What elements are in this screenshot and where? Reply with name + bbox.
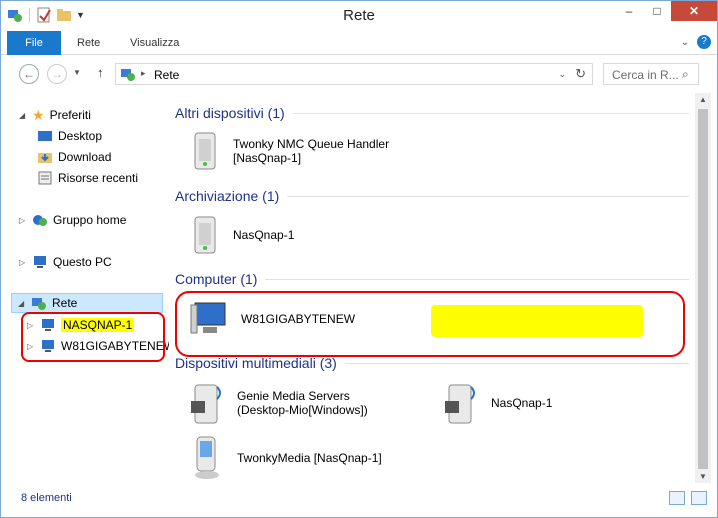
scroll-down-icon[interactable]: ▼ (699, 472, 707, 481)
group-header[interactable]: Altri dispositivi (1) (175, 103, 689, 123)
breadcrumb-rete[interactable]: Rete (154, 68, 179, 82)
nav-item-recent[interactable]: Risorse recenti (37, 168, 138, 188)
up-arrow-icon[interactable]: ↑ (97, 65, 104, 80)
nav-item-favorites[interactable]: ◢ ★ Preferiti (19, 105, 91, 125)
close-button[interactable]: ✕ (671, 1, 717, 21)
large-icons-view-icon[interactable] (691, 491, 707, 505)
content-pane: Altri dispositivi (1) Twonky NMC Queue H… (169, 93, 693, 481)
device-tile-nas-media[interactable]: NasQnap-1 (443, 381, 552, 425)
annotation-circle (175, 291, 685, 357)
status-bar: 8 elementi (1, 485, 717, 517)
device-tile-twonkymedia[interactable]: TwonkyMedia [NasQnap-1] (189, 435, 382, 481)
device-tile-genie[interactable]: Genie Media Servers (Desktop-Mio[Windows]… (189, 381, 368, 425)
vertical-scrollbar[interactable]: ▲ ▼ (695, 93, 711, 483)
nav-label: Preferiti (49, 108, 91, 122)
expand-arrow-icon[interactable]: ◢ (19, 111, 27, 120)
expand-ribbon-icon[interactable]: ⌄ (681, 37, 689, 48)
download-folder-icon (38, 153, 52, 163)
item-count: 8 elementi (21, 492, 72, 504)
mobile-device-icon (195, 436, 219, 479)
tab-file[interactable]: File (7, 31, 61, 55)
search-placeholder: Cerca in R... (612, 68, 679, 82)
network-device-icon (194, 132, 216, 170)
breadcrumb-separator[interactable]: ▸ (141, 68, 146, 79)
scrollbar-thumb[interactable] (698, 109, 708, 469)
star-icon: ★ (32, 106, 45, 123)
nav-item-desktop[interactable]: Desktop (37, 126, 102, 146)
nav-label: Desktop (58, 129, 103, 143)
forward-button[interactable]: → (47, 64, 67, 84)
annotation-circle (21, 312, 165, 362)
device-tile-twonky-queue[interactable]: Twonky NMC Queue Handler [NasQnap-1] (189, 131, 389, 171)
nav-item-download[interactable]: Download (37, 147, 111, 167)
tile-sublabel: (Desktop-Mio[Windows]) (237, 403, 368, 417)
group-title: Altri dispositivi (1) (175, 105, 285, 121)
nav-label: Questo PC (53, 255, 112, 269)
address-bar[interactable]: ▸ Rete ⌄ ↻ (115, 63, 593, 85)
group-title: Dispositivi multimediali (3) (175, 355, 337, 371)
search-icon[interactable]: ⌕ (682, 67, 689, 82)
nav-item-network[interactable]: ◢ Rete (11, 293, 163, 313)
desktop-icon (38, 131, 52, 141)
maximize-button[interactable]: □ (643, 1, 671, 21)
device-tile-nas-storage[interactable]: NasQnap-1 (189, 215, 294, 255)
nav-label: Risorse recenti (58, 171, 139, 185)
nav-label: Gruppo home (53, 213, 127, 227)
scroll-up-icon[interactable]: ▲ (699, 95, 707, 104)
explorer-window: ▼ Rete – □ ✕ File Rete Visualizza ⌄ ? ← … (0, 0, 718, 518)
homegroup-icon (33, 215, 47, 226)
navigation-pane: ◢ ★ Preferiti Desktop Download Risorse r… (1, 93, 175, 483)
tab-visualizza[interactable]: Visualizza (130, 31, 179, 55)
expand-arrow-icon[interactable]: ▷ (19, 258, 27, 267)
network-icon (121, 69, 135, 81)
tab-rete[interactable]: Rete (77, 31, 100, 55)
nav-label: Download (58, 150, 112, 164)
chevron-down-icon[interactable]: ⌄ (558, 69, 566, 80)
nav-label: Rete (52, 296, 78, 310)
address-row: ← → ▼ ↑ ▸ Rete ⌄ ↻ Cerca in R... ⌕ (1, 55, 717, 93)
media-server-icon (445, 384, 475, 424)
computer-icon (34, 256, 46, 268)
title-bar: ▼ Rete – □ ✕ (1, 1, 717, 31)
group-header[interactable]: Computer (1) (175, 269, 689, 289)
group-header[interactable]: Dispositivi multimediali (3) (175, 353, 689, 373)
tile-label: NasQnap-1 (233, 228, 295, 242)
details-view-icon[interactable] (669, 491, 685, 505)
search-input[interactable]: Cerca in R... ⌕ (603, 63, 699, 85)
media-server-icon (191, 384, 221, 424)
tile-label: Genie Media Servers (237, 389, 350, 403)
expand-arrow-icon[interactable]: ◢ (18, 299, 26, 308)
network-icon (32, 298, 46, 310)
help-icon[interactable]: ? (697, 35, 711, 49)
nav-item-thispc[interactable]: ▷ Questo PC (19, 252, 112, 272)
group-title: Archiviazione (1) (175, 188, 280, 204)
ribbon-tabs: File Rete Visualizza ⌄ ? (1, 31, 717, 55)
window-title: Rete (343, 7, 375, 24)
storage-device-icon (194, 216, 216, 254)
tile-label: TwonkyMedia [NasQnap-1] (237, 451, 382, 465)
minimize-button[interactable]: – (615, 1, 643, 21)
nav-item-homegroup[interactable]: ▷ Gruppo home (19, 210, 126, 230)
expand-arrow-icon[interactable]: ▷ (19, 216, 27, 225)
tile-label: NasQnap-1 (491, 396, 553, 410)
tile-sublabel: [NasQnap-1] (233, 151, 302, 165)
recent-places-icon (38, 171, 52, 185)
group-title: Computer (1) (175, 271, 258, 287)
tile-label: Twonky NMC Queue Handler (233, 137, 390, 151)
refresh-icon[interactable]: ↻ (575, 66, 586, 82)
group-header[interactable]: Archiviazione (1) (175, 186, 689, 206)
back-button[interactable]: ← (19, 64, 39, 84)
chevron-down-icon[interactable]: ▼ (73, 68, 81, 77)
